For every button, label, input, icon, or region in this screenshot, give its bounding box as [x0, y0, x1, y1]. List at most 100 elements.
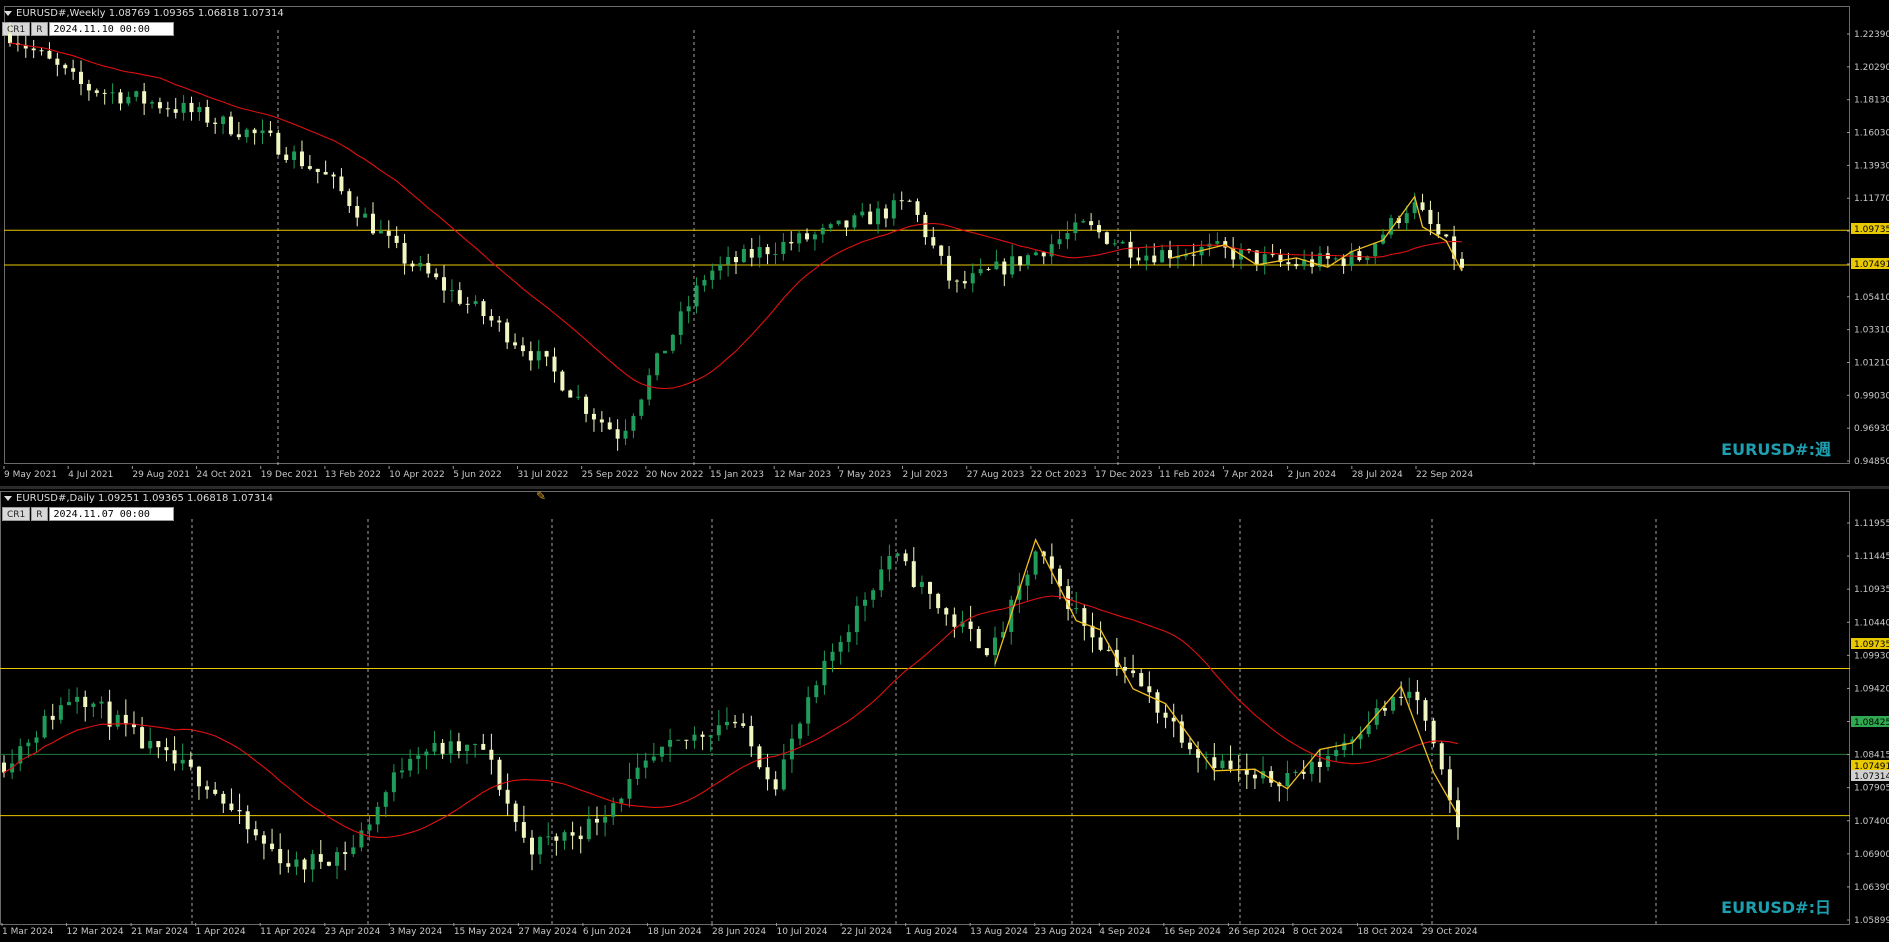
daily-candle-body	[50, 715, 55, 720]
daily-candle-body	[822, 660, 827, 686]
daily-candle-body	[757, 746, 762, 768]
weekly-candle-body	[844, 220, 849, 228]
daily-candle-body	[928, 581, 933, 594]
weekly-price-label: 1.16030	[1854, 129, 1889, 139]
weekly-candle-body	[213, 122, 218, 124]
daily-candle-body	[619, 798, 624, 804]
weekly-candle-body	[915, 201, 920, 215]
daily-candle-body	[521, 822, 526, 838]
weekly-candle-body	[378, 231, 383, 234]
weekly-date-label: 9 May 2021	[4, 470, 57, 480]
weekly-candle-body	[1152, 255, 1157, 263]
daily-candle-body	[798, 723, 803, 739]
weekly-candle-body	[173, 109, 178, 113]
weekly-candle-body	[1097, 225, 1101, 233]
weekly-candle-body	[292, 151, 297, 161]
weekly-candle-body	[584, 396, 589, 414]
daily-candle-body	[1122, 666, 1127, 671]
weekly-candle-body	[662, 350, 667, 354]
weekly-candle-body	[552, 356, 557, 372]
weekly-candle-body	[1041, 252, 1046, 257]
daily-candle-body	[205, 786, 210, 790]
weekly-candle-body	[876, 208, 881, 225]
weekly-date-label: 28 Jul 2024	[1352, 470, 1403, 480]
weekly-candle-body	[189, 102, 194, 113]
weekly-candle-body	[363, 213, 368, 218]
daily-candle-body	[1382, 708, 1387, 711]
weekly-candlestick-chart[interactable]: 1.22390 1.20290 1.18130 1.16030 1.13930 1.117…	[0, 0, 1889, 486]
weekly-price-highlight-label: 1.07491	[1854, 260, 1889, 270]
weekly-candle-body	[1294, 264, 1299, 267]
daily-candle-body	[465, 744, 470, 752]
daily-candle-body	[456, 741, 461, 752]
daily-candle-body	[1131, 670, 1136, 674]
weekly-candle-body	[591, 413, 596, 420]
daily-candle-body	[99, 701, 104, 704]
daily-date-label: 15 May 2024	[454, 927, 513, 937]
daily-candle-body	[1106, 649, 1111, 651]
daily-price-label: 1.10935	[1854, 585, 1889, 595]
weekly-candle-body	[371, 213, 375, 234]
daily-candlestick-chart[interactable]: 1.11955 1.11445 1.10935 1.10440 1.09930 1.094…	[0, 489, 1889, 942]
weekly-candle-body	[536, 351, 541, 361]
weekly-candle-body	[260, 130, 265, 134]
weekly-price-label: 0.94850	[1854, 457, 1889, 467]
weekly-date-label: 7 May 2023	[838, 470, 891, 480]
daily-candle-body	[310, 854, 315, 870]
weekly-candle-body	[947, 255, 952, 281]
weekly-candle-body	[1025, 255, 1030, 266]
weekly-date-label: 25 Sep 2022	[582, 470, 639, 480]
daily-price-label: 1.09420	[1854, 684, 1889, 694]
daily-candle-body	[643, 760, 648, 768]
daily-candle-body	[733, 721, 738, 724]
daily-date-label: 27 May 2024	[518, 927, 577, 937]
daily-candle-body	[1293, 771, 1298, 774]
pencil-tool-icon[interactable]: ✎	[536, 489, 546, 503]
daily-candle-body	[570, 832, 575, 836]
daily-price-highlight-label: 1.09735	[1854, 640, 1889, 650]
weekly-candle-body	[1136, 257, 1141, 261]
daily-candle-body	[424, 751, 429, 756]
daily-candle-body	[294, 859, 299, 867]
daily-candle-body	[326, 861, 331, 866]
weekly-date-label: 5 Jun 2022	[453, 470, 501, 480]
weekly-price-label: 1.01210	[1854, 358, 1889, 368]
weekly-candle-body	[805, 233, 810, 240]
weekly-candle-body	[797, 233, 802, 244]
daily-date-label: 18 Jun 2024	[647, 927, 701, 937]
weekly-candle-body	[789, 241, 794, 244]
daily-candle-body	[229, 803, 234, 810]
weekly-candle-body	[836, 220, 841, 225]
daily-candle-body	[286, 863, 291, 867]
daily-candle-body	[716, 725, 721, 736]
daily-chart-pane[interactable]: EURUSD#,Daily 1.09251 1.09365 1.06818 1.…	[0, 489, 1889, 942]
daily-candle-body	[1098, 637, 1103, 650]
weekly-candle-body	[110, 92, 115, 94]
weekly-price-label: 1.18130	[1854, 96, 1889, 106]
weekly-moving-average	[9, 42, 1463, 390]
daily-candle-body	[123, 714, 128, 725]
weekly-chart-pane[interactable]: EURUSD#,Weekly 1.08769 1.09365 1.06818 1…	[0, 0, 1889, 486]
daily-candle-body	[188, 759, 193, 767]
daily-candle-body	[1447, 769, 1452, 801]
weekly-candle-body	[1333, 258, 1338, 260]
daily-candle-body	[1326, 756, 1331, 768]
weekly-price-label: 1.13930	[1854, 161, 1889, 171]
weekly-candle-body	[8, 33, 12, 44]
weekly-zigzag-line	[1169, 195, 1463, 272]
daily-candle-body	[846, 632, 851, 642]
daily-price-label: 1.09930	[1854, 651, 1889, 661]
weekly-candle-body	[1341, 258, 1346, 267]
weekly-date-label: 12 Mar 2023	[774, 470, 831, 480]
daily-date-label: 1 Apr 2024	[196, 927, 246, 937]
daily-date-label: 23 Aug 2024	[1035, 927, 1093, 937]
daily-candle-body	[692, 734, 697, 741]
weekly-candle-body	[899, 200, 904, 202]
daily-candle-body	[1057, 568, 1062, 587]
weekly-candle-body	[197, 107, 202, 113]
weekly-candle-body	[150, 102, 155, 104]
daily-candle-body	[34, 737, 39, 743]
daily-candle-body	[789, 738, 794, 760]
daily-date-label: 11 Apr 2024	[260, 927, 316, 937]
weekly-candle-body	[647, 375, 652, 400]
